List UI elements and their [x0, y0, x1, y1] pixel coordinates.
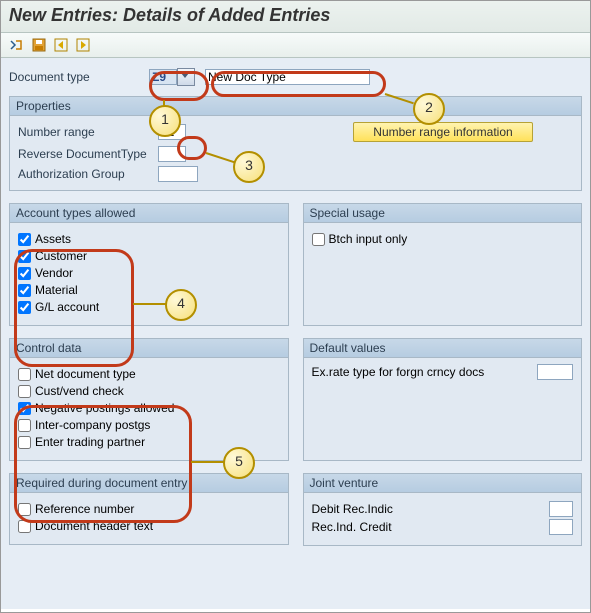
credit-rec-input[interactable]: [549, 519, 573, 535]
properties-group: Properties Number range Number range inf…: [9, 96, 582, 191]
exrate-input[interactable]: [537, 364, 573, 380]
required-items-item: Reference number: [18, 502, 280, 516]
checkbox[interactable]: [18, 284, 31, 297]
checkbox[interactable]: [18, 503, 31, 516]
exit-icon[interactable]: [75, 37, 91, 53]
checkbox-label: Assets: [35, 232, 71, 246]
debit-rec-label: Debit Rec.Indic: [312, 502, 550, 516]
reverse-doctype-label: Reverse DocumentType: [18, 147, 158, 161]
control-data-group: Control data Net document type Cust/vend …: [9, 338, 289, 461]
checkbox[interactable]: [18, 301, 31, 314]
checkbox-label: Reference number: [35, 502, 134, 516]
checkbox[interactable]: [18, 385, 31, 398]
checkbox-label: Btch input only: [329, 232, 408, 246]
doctype-desc-input[interactable]: [205, 69, 370, 85]
checkbox-label: Vendor: [35, 266, 73, 280]
account_types-items-item: Vendor: [18, 266, 280, 280]
checkbox-label: Document header text: [35, 519, 153, 533]
checkbox[interactable]: [18, 250, 31, 263]
checkbox-label: G/L account: [35, 300, 99, 314]
number-range-info-button[interactable]: Number range information: [353, 122, 533, 142]
control-data-title: Control data: [10, 339, 288, 358]
checkbox[interactable]: [18, 402, 31, 415]
required-group: Required during document entry Reference…: [9, 473, 289, 545]
exrate-label: Ex.rate type for forgn crncy docs: [312, 365, 538, 379]
required-items-item: Document header text: [18, 519, 280, 533]
checkbox-label: Cust/vend check: [35, 384, 124, 398]
auth-group-input[interactable]: [158, 166, 198, 182]
number-range-input[interactable]: [158, 124, 186, 140]
number-range-label: Number range: [18, 125, 158, 139]
checkbox-label: Negative postings allowed: [35, 401, 174, 415]
debit-rec-input[interactable]: [549, 501, 573, 517]
checkbox[interactable]: [18, 436, 31, 449]
control_data-items-item: Inter-company postgs: [18, 418, 280, 432]
account_types-items-item: Customer: [18, 249, 280, 263]
checkbox-label: Customer: [35, 249, 87, 263]
checkbox[interactable]: [18, 520, 31, 533]
credit-rec-label: Rec.Ind. Credit: [312, 520, 550, 534]
control_data-items-item: Negative postings allowed: [18, 401, 280, 415]
special_usage-items-item: Btch input only: [312, 232, 574, 246]
checkbox-label: Enter trading partner: [35, 435, 145, 449]
checkbox-label: Inter-company postgs: [35, 418, 150, 432]
page-title: New Entries: Details of Added Entries: [1, 1, 590, 33]
auth-group-label: Authorization Group: [18, 167, 158, 181]
control_data-items-item: Net document type: [18, 367, 280, 381]
special-usage-group: Special usage Btch input only: [303, 203, 583, 326]
checkbox[interactable]: [18, 233, 31, 246]
joint-venture-title: Joint venture: [304, 474, 582, 493]
account-types-title: Account types allowed: [10, 204, 288, 223]
account_types-items-item: Material: [18, 283, 280, 297]
app-toolbar: [1, 33, 590, 58]
default-values-title: Default values: [304, 339, 582, 358]
account_types-items-item: Assets: [18, 232, 280, 246]
required-title: Required during document entry: [10, 474, 288, 493]
f4-help-icon[interactable]: [177, 68, 195, 86]
account-types-group: Account types allowed Assets Customer Vend…: [9, 203, 289, 326]
checkbox-label: Material: [35, 283, 78, 297]
joint-venture-group: Joint venture Debit Rec.Indic Rec.Ind. C…: [303, 473, 583, 546]
checkbox[interactable]: [18, 368, 31, 381]
checkbox[interactable]: [18, 419, 31, 432]
reverse-doctype-input[interactable]: [158, 146, 186, 162]
default-values-group: Default values Ex.rate type for forgn cr…: [303, 338, 583, 461]
checkbox-label: Net document type: [35, 367, 136, 381]
doctype-label: Document type: [9, 70, 149, 84]
checkbox[interactable]: [18, 267, 31, 280]
control_data-items-item: Cust/vend check: [18, 384, 280, 398]
doctype-input[interactable]: [149, 69, 177, 85]
checkbox[interactable]: [312, 233, 325, 246]
content-area: Document type Properties Number range Nu…: [1, 58, 590, 609]
other-object-icon[interactable]: [9, 37, 25, 53]
properties-title: Properties: [10, 97, 581, 116]
save-icon[interactable]: [31, 37, 47, 53]
control_data-items-item: Enter trading partner: [18, 435, 280, 449]
back-icon[interactable]: [53, 37, 69, 53]
special-usage-title: Special usage: [304, 204, 582, 223]
account_types-items-item: G/L account: [18, 300, 280, 314]
